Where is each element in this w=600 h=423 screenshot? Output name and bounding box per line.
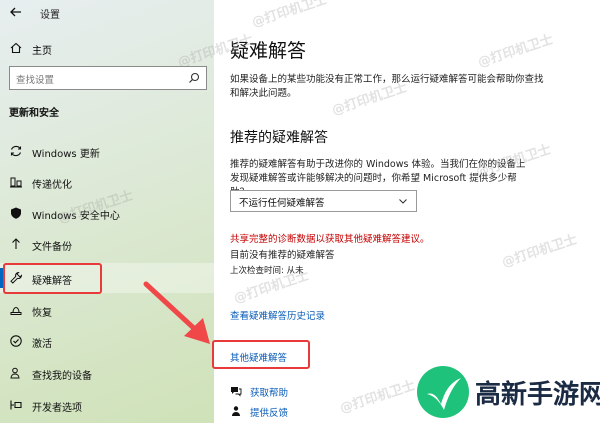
back-arrow-icon [10, 7, 21, 17]
sync-icon [10, 145, 22, 157]
page-title: 疑难解答 [230, 40, 307, 62]
page-description: 如果设备上的某些功能没有正常工作，那么运行疑难解答可能会帮助你查找和解决此问题。 [230, 74, 544, 99]
get-help-row[interactable]: 获取帮助 [230, 384, 380, 400]
chevron-down-icon [399, 199, 407, 204]
feedback-link[interactable]: 提供反馈 [250, 405, 288, 419]
annotation-highlight-troubleshoot [3, 263, 102, 294]
history-link[interactable]: 查看疑难解答历史记录 [230, 308, 325, 322]
sidebar-item-find-my-device[interactable]: 查找我的设备 [0, 358, 214, 388]
last-checked-status: 上次检查时间: 从未 [230, 266, 304, 276]
feedback-row[interactable]: 提供反馈 [230, 404, 380, 420]
settings-window: 设置 主页 查找设置 更新和安全 Windows 更新 传递优化 Windows… [0, 0, 600, 423]
section-title: 更新和安全 [9, 108, 59, 119]
developer-icon [10, 400, 22, 410]
sidebar-item-label: 开发者选项 [32, 403, 82, 414]
sidebar-item-developer-options[interactable]: 开发者选项 [0, 390, 214, 420]
recommended-title: 推荐的疑难解答 [230, 130, 328, 146]
sidebar-item-label: 传递优化 [32, 180, 72, 191]
delivery-icon [10, 177, 22, 188]
recovery-icon [10, 306, 22, 315]
dropdown-value: 不运行任何疑难解答 [239, 198, 325, 209]
site-logo: 高新手游网 [415, 362, 600, 423]
sidebar-item-label: Windows 安全中心 [32, 211, 120, 222]
sidebar-item-delivery-optimization[interactable]: 传递优化 [0, 167, 214, 197]
window-title: 设置 [40, 10, 60, 21]
sidebar-item-windows-security[interactable]: Windows 安全中心 [0, 198, 214, 228]
sidebar-item-label: 恢复 [32, 308, 52, 319]
annotation-highlight-other [212, 340, 310, 369]
sidebar-item-label: 文件备份 [32, 242, 72, 253]
search-placeholder: 查找设置 [16, 75, 55, 86]
sidebar-item-backup[interactable]: 文件备份 [0, 229, 214, 259]
title-bar: 设置 [0, 0, 214, 26]
troubleshoot-preference-dropdown[interactable]: 不运行任何疑难解答 [230, 190, 417, 212]
back-button[interactable] [9, 5, 25, 21]
backup-arrow-icon [12, 238, 20, 249]
annotation-arrow [143, 281, 210, 344]
sidebar: 设置 主页 查找设置 更新和安全 Windows 更新 传递优化 Windows… [0, 0, 214, 423]
person-locate-icon [10, 367, 20, 379]
home-nav-item[interactable]: 主页 [0, 38, 214, 60]
sidebar-item-label: 激活 [32, 339, 52, 350]
logo-text: 高新手游网 [475, 380, 600, 410]
home-label: 主页 [32, 46, 52, 57]
check-circle-icon [10, 335, 22, 347]
search-input[interactable]: 查找设置 [9, 66, 207, 90]
sidebar-item-label: 查找我的设备 [32, 371, 92, 382]
sidebar-item-label: Windows 更新 [32, 149, 100, 160]
logo-mark-icon [417, 366, 469, 418]
sidebar-item-windows-update[interactable]: Windows 更新 [0, 136, 214, 166]
home-icon [10, 42, 22, 54]
search-icon [189, 72, 200, 83]
chat-help-icon [231, 387, 242, 397]
get-help-link[interactable]: 获取帮助 [250, 385, 288, 399]
no-recommended-status: 目前没有推荐的疑难解答 [230, 250, 335, 261]
diagnostic-warning-link[interactable]: 共享完整的诊断数据以获取其他疑难解答建议。 [230, 231, 430, 245]
feedback-person-icon [232, 406, 240, 416]
shield-icon [11, 207, 21, 219]
